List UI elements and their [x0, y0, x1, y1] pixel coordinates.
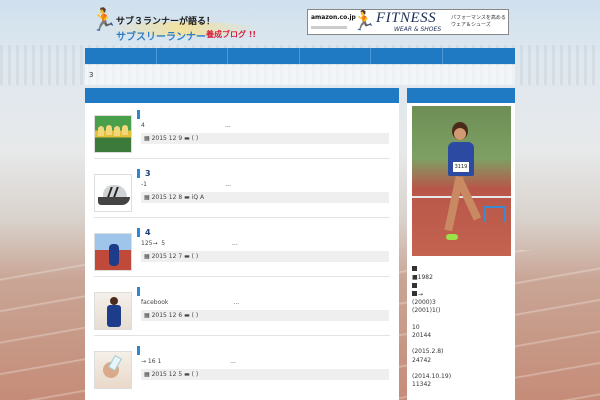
nav-item-1[interactable]	[85, 48, 157, 64]
post-thumbnail[interactable]	[94, 292, 132, 330]
profile-stat: 11342	[412, 381, 432, 389]
profile-record: (2000)3	[412, 299, 436, 307]
profile-born: ■1982	[412, 274, 433, 282]
post-category[interactable]: ( )	[192, 135, 199, 142]
runner-icon: 🏃	[90, 8, 118, 33]
post-thumbnail[interactable]	[94, 115, 132, 153]
profile-stat: 20144	[412, 332, 432, 340]
main-content: 4 … ▦ 2015 12 9 ▬ ( ) 3 -1 … ▦ 2015 12 8…	[85, 88, 399, 400]
race-bib: 3119	[453, 162, 469, 172]
post-meta: ▦ 2015 12 7 ▬ ( )	[141, 251, 389, 262]
calendar-icon: ▦	[144, 253, 150, 260]
profile-bullet-arrow: →	[412, 290, 512, 299]
post-meta: ▦ 2015 12 6 ▬ ( )	[141, 310, 389, 321]
post-thumbnail[interactable]	[94, 233, 132, 271]
ad-subtitle: WEAR & SHOES	[394, 26, 442, 33]
nav-item-2[interactable]	[157, 48, 229, 64]
post-thumbnail[interactable]	[94, 351, 132, 389]
logo-line1: サブ３ランナーが語る！	[116, 17, 216, 27]
sidebar-title-bar	[407, 88, 515, 103]
main-title-bar	[85, 88, 399, 103]
post-item[interactable]: 4 125→ 5 … ▦ 2015 12 7 ▬ ( )	[94, 228, 390, 278]
folder-icon: ▬	[184, 194, 190, 201]
folder-icon: ▬	[184, 371, 190, 378]
logo-line3: 養成ブログ !!	[206, 30, 257, 39]
post-meta: ▦ 2015 12 5 ▬ ( )	[141, 369, 389, 380]
global-nav	[85, 48, 515, 64]
nav-item-3[interactable]	[228, 48, 300, 64]
profile-photo: 3119	[412, 106, 511, 256]
breadcrumb: 3	[85, 65, 515, 85]
post-item[interactable]: facebook … ▦ 2015 12 6 ▬ ( )	[94, 287, 390, 337]
post-meta: ▦ 2015 12 9 ▬ ( )	[141, 133, 389, 144]
post-date: 2015 12 9	[151, 135, 183, 142]
post-accent-bar	[137, 228, 140, 237]
post-category[interactable]: ( )	[192, 312, 199, 319]
post-title[interactable]: 3	[145, 169, 151, 178]
folder-icon: ▬	[184, 135, 190, 142]
profile-stat: (2014.10.19)	[412, 372, 452, 380]
post-divider	[94, 335, 390, 336]
post-date: 2015 12 8	[151, 194, 183, 201]
profile-bullet	[412, 266, 512, 274]
sidebar: 3119 ■1982 → (2000)3 (2001)1() 10 20144 …	[407, 88, 515, 400]
runner-figure-icon: 🏃	[352, 10, 376, 32]
ad-subtext-line	[311, 26, 347, 29]
calendar-icon: ▦	[144, 135, 150, 142]
ad-title: FITNESS	[376, 10, 437, 26]
post-item[interactable]: → 16 1 … ▦ 2015 12 5 ▬ ( )	[94, 346, 390, 396]
post-category[interactable]: ( )	[192, 253, 199, 260]
nav-item-4[interactable]	[300, 48, 372, 64]
post-accent-bar	[137, 287, 140, 296]
post-accent-bar	[137, 110, 140, 119]
profile-stat: 24742	[412, 356, 432, 364]
folder-icon: ▬	[184, 253, 190, 260]
amazon-logo: amazon.co.jp	[311, 14, 356, 21]
post-date: 2015 12 5	[151, 371, 183, 378]
post-date: 2015 12 7	[151, 253, 183, 260]
calendar-icon: ▦	[144, 194, 150, 201]
post-category[interactable]: iQ A	[192, 194, 204, 201]
nav-item-5[interactable]	[371, 48, 443, 64]
post-item[interactable]: 4 … ▦ 2015 12 9 ▬ ( )	[94, 110, 390, 160]
post-divider	[94, 276, 390, 277]
ad-tagline: パフォーマンスを高める ウェア＆シューズ	[451, 15, 506, 28]
post-category[interactable]: ( )	[192, 371, 199, 378]
profile-stat: (2015.2.8)	[412, 348, 444, 356]
post-excerpt: facebook …	[141, 299, 240, 306]
post-excerpt: 4 …	[141, 122, 231, 129]
post-thumbnail[interactable]	[94, 174, 132, 212]
post-excerpt: 125→ 5 …	[141, 240, 238, 247]
post-date: 2015 12 6	[151, 312, 183, 319]
logo-line2: サブスリーランナー	[116, 32, 206, 43]
fitness-ad-banner[interactable]: amazon.co.jp 🏃 FITNESS WEAR & SHOES パフォー…	[307, 9, 509, 35]
post-title[interactable]: 4	[145, 228, 151, 237]
site-logo[interactable]: 🏃 サブ３ランナーが語る！ サブスリーランナー 養成ブログ !!	[88, 8, 266, 44]
post-divider	[94, 158, 390, 159]
post-excerpt: → 16 1 …	[141, 358, 236, 365]
profile-stat: 10	[412, 323, 420, 331]
calendar-icon: ▦	[144, 371, 150, 378]
breadcrumb-text: 3	[89, 71, 94, 79]
folder-icon: ▬	[184, 312, 190, 319]
post-accent-bar	[137, 169, 140, 178]
post-accent-bar	[137, 346, 140, 355]
post-item[interactable]: 3 -1 … ▦ 2015 12 8 ▬ iQ A	[94, 169, 390, 219]
post-excerpt: -1 …	[141, 181, 232, 188]
calendar-icon: ▦	[144, 312, 150, 319]
profile-record: (2001)1()	[412, 307, 441, 315]
nav-item-6[interactable]	[443, 48, 515, 64]
profile-bullet	[412, 282, 512, 291]
profile-text: ■1982 → (2000)3 (2001)1() 10 20144 (2015…	[412, 266, 512, 390]
post-meta: ▦ 2015 12 8 ▬ iQ A	[141, 192, 389, 203]
post-divider	[94, 217, 390, 218]
